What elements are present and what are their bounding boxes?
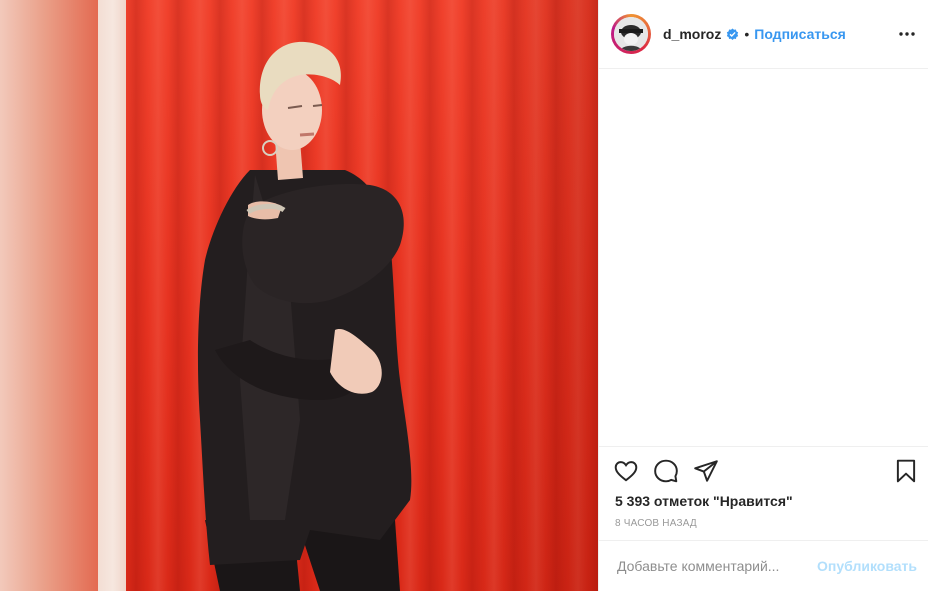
avatar-story-ring[interactable] xyxy=(611,14,651,54)
more-options-icon[interactable] xyxy=(895,22,919,46)
share-icon[interactable] xyxy=(693,458,719,484)
separator-dot: • xyxy=(744,26,750,42)
likes-count[interactable]: 5 393 отметок "Нравится" xyxy=(615,493,793,509)
post-actions-section: 5 393 отметок "Нравится" 8 часов назад xyxy=(599,446,928,542)
heart-icon[interactable] xyxy=(613,458,639,484)
post-side-panel: d_moroz • Подписаться 5 393 отметок "Нра… xyxy=(598,0,928,591)
avatar xyxy=(614,17,648,51)
person-figure xyxy=(197,41,412,591)
comment-input[interactable] xyxy=(615,557,818,575)
post-dialog: d_moroz • Подписаться 5 393 отметок "Нра… xyxy=(0,0,928,591)
post-timestamp[interactable]: 8 часов назад xyxy=(615,518,697,529)
post-photo[interactable] xyxy=(0,0,598,591)
follow-button[interactable]: Подписаться xyxy=(754,26,846,42)
verified-badge-icon xyxy=(727,27,739,40)
publish-button[interactable]: Опубликовать xyxy=(817,558,917,574)
post-header: d_moroz • Подписаться xyxy=(599,0,928,69)
comment-icon[interactable] xyxy=(653,458,679,484)
bookmark-icon[interactable] xyxy=(893,458,919,484)
comment-form: Опубликовать xyxy=(599,540,928,591)
avatar-image xyxy=(614,17,648,51)
username-link[interactable]: d_moroz xyxy=(663,26,721,42)
